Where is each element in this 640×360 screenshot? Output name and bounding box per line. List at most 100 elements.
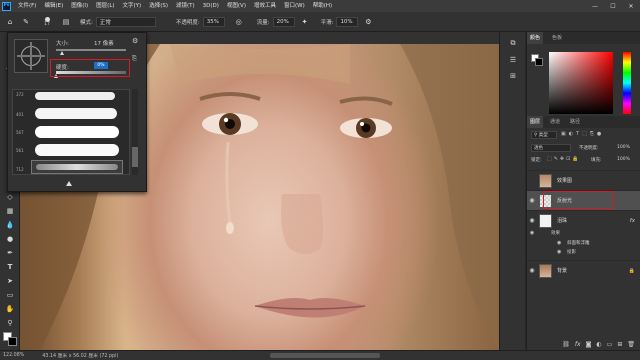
opacity-field[interactable]: 35%: [202, 16, 225, 27]
layer-row[interactable]: ◉ 泪珠 fx: [527, 210, 640, 230]
hand-tool-icon[interactable]: ✋: [4, 304, 16, 314]
size-slider-handle[interactable]: [60, 51, 64, 55]
lock-icons[interactable]: ⬚✎✥⊡🔒: [547, 156, 581, 162]
blur-tool-icon[interactable]: 💧: [4, 220, 16, 230]
layer-row[interactable]: ◉ 背景 🔒: [527, 260, 640, 280]
brush-preset-picker[interactable]: 17: [36, 14, 58, 30]
effect-bevel-emboss[interactable]: 斜面和浮雕: [567, 240, 590, 246]
menu-plugins[interactable]: 增效工具: [250, 0, 280, 12]
properties-panel-icon[interactable]: ☰: [507, 54, 519, 65]
brush-tool-icon[interactable]: ✎: [20, 16, 32, 28]
menu-type[interactable]: 文字(Y): [119, 0, 146, 12]
brush-stroke[interactable]: [35, 144, 119, 156]
pen-tool-icon[interactable]: ✒: [4, 248, 16, 258]
rectangle-tool-icon[interactable]: ▭: [4, 290, 16, 300]
blend-mode-select[interactable]: 透色: [531, 144, 571, 152]
eye-icon[interactable]: ◉: [527, 217, 537, 224]
layer-name[interactable]: 泪珠: [557, 217, 567, 224]
brush-panel-gear-icon[interactable]: ⚙: [132, 37, 138, 45]
menu-select[interactable]: 选择(S): [145, 0, 172, 12]
dodge-tool-icon[interactable]: ●: [4, 234, 16, 244]
layer-opacity-value[interactable]: 100%: [617, 145, 630, 150]
status-bar: 122.08% 43.14 厘米 x 56.02 厘米 (72 ppi): [0, 350, 640, 360]
smoothing-field[interactable]: 10%: [336, 16, 359, 27]
tab-layers[interactable]: 图层: [527, 116, 544, 128]
hue-slider[interactable]: [623, 52, 631, 114]
minimize-button[interactable]: —: [586, 0, 604, 12]
brush-stroke[interactable]: [35, 126, 119, 138]
brush-size-value: 17: [44, 21, 50, 27]
brush-angle-preview[interactable]: [14, 39, 48, 73]
layer-filter-select[interactable]: ⚲ 类型: [531, 131, 557, 139]
libraries-panel-icon[interactable]: ⊞: [507, 70, 519, 81]
brush-number: 372: [16, 92, 24, 97]
brush-list[interactable]: 372 401 567 561 712: [12, 89, 130, 175]
brush-number: 401: [16, 112, 24, 117]
layer-name[interactable]: 效果图: [557, 177, 572, 184]
eye-icon[interactable]: ◉: [527, 197, 537, 204]
menu-help[interactable]: 帮助(H): [309, 0, 336, 12]
menu-filter[interactable]: 滤镜(T): [172, 0, 199, 12]
menu-layer[interactable]: 图层(L): [92, 0, 118, 12]
brush-stroke-selected[interactable]: [31, 160, 123, 174]
gradient-tool-icon[interactable]: ▦: [4, 206, 16, 216]
smoothing-value: 10%: [340, 18, 353, 25]
trash-icon[interactable]: 🗑: [627, 341, 635, 348]
tab-swatches[interactable]: 色板: [549, 32, 565, 44]
mask-icon[interactable]: ◙: [586, 341, 592, 348]
close-button[interactable]: ✕: [622, 0, 640, 12]
type-tool-icon[interactable]: T: [4, 262, 16, 272]
adjustment-icon[interactable]: ◐: [596, 341, 601, 348]
opacity-value: 35%: [206, 18, 219, 25]
history-panel-icon[interactable]: ⧉: [507, 38, 519, 49]
path-select-icon[interactable]: ➤: [4, 276, 16, 286]
brush-list-scrollbar[interactable]: [132, 89, 138, 175]
eye-icon[interactable]: ◉: [557, 249, 561, 255]
eye-icon[interactable]: ◉: [527, 230, 537, 236]
bg-swatch-icon[interactable]: [535, 58, 543, 66]
effect-drop-shadow[interactable]: 投影: [567, 249, 576, 255]
menu-file[interactable]: 文件(F): [14, 0, 40, 12]
eraser-icon[interactable]: ◇: [4, 192, 16, 202]
color-field[interactable]: [549, 52, 613, 114]
fill-value[interactable]: 100%: [617, 157, 630, 162]
maximize-button[interactable]: ☐: [604, 0, 622, 12]
menu-window[interactable]: 窗口(W): [280, 0, 309, 12]
hardness-highlight-box: [50, 59, 130, 77]
zoom-level[interactable]: 122.08%: [3, 353, 24, 358]
home-icon[interactable]: ⌂: [4, 16, 16, 28]
panel-resize-icon[interactable]: [66, 181, 72, 186]
menu-view[interactable]: 视图(V): [223, 0, 250, 12]
eye-icon[interactable]: ◉: [557, 240, 561, 246]
airbrush-icon[interactable]: ✦: [299, 16, 311, 28]
group-icon[interactable]: ▭: [607, 341, 613, 348]
link-icon[interactable]: ⛓: [562, 341, 570, 348]
tab-paths[interactable]: 路径: [567, 116, 583, 128]
tab-color[interactable]: 颜色: [527, 32, 544, 44]
eye-icon[interactable]: ◉: [527, 267, 537, 274]
horizontal-scrollbar[interactable]: [270, 353, 380, 358]
layer-row[interactable]: 效果图: [527, 170, 640, 190]
brush-settings-icon[interactable]: ▤: [60, 16, 72, 28]
size-slider[interactable]: [56, 49, 126, 51]
flow-field[interactable]: 20%: [272, 16, 295, 27]
background-color-swatch[interactable]: [8, 337, 17, 346]
brush-stroke[interactable]: [35, 108, 117, 119]
menu-image[interactable]: 图像(I): [67, 0, 92, 12]
layer-filter-icons[interactable]: ▣◐T⬚⎘●: [561, 131, 604, 137]
menu-3d[interactable]: 3D(D): [199, 0, 223, 12]
mode-select[interactable]: 正常: [95, 16, 156, 27]
pressure-opacity-icon[interactable]: ◎: [233, 16, 245, 28]
document-info[interactable]: 43.14 厘米 x 56.02 厘米 (72 ppi): [42, 352, 118, 359]
layer-name[interactable]: 背景: [557, 267, 567, 274]
size-value[interactable]: 17 像素: [94, 39, 114, 47]
menu-edit[interactable]: 编辑(E): [40, 0, 67, 12]
zoom-tool-icon[interactable]: ⚲: [4, 318, 16, 328]
brush-stroke[interactable]: [35, 92, 115, 100]
tab-channels[interactable]: 通道: [547, 116, 563, 128]
new-layer-icon[interactable]: ⊞: [617, 341, 622, 348]
new-preset-icon[interactable]: ⎘: [132, 55, 137, 63]
fx-badge[interactable]: fx: [630, 218, 635, 224]
smoothing-settings-icon[interactable]: ⚙: [362, 16, 374, 28]
fx-icon[interactable]: fx: [575, 341, 581, 348]
